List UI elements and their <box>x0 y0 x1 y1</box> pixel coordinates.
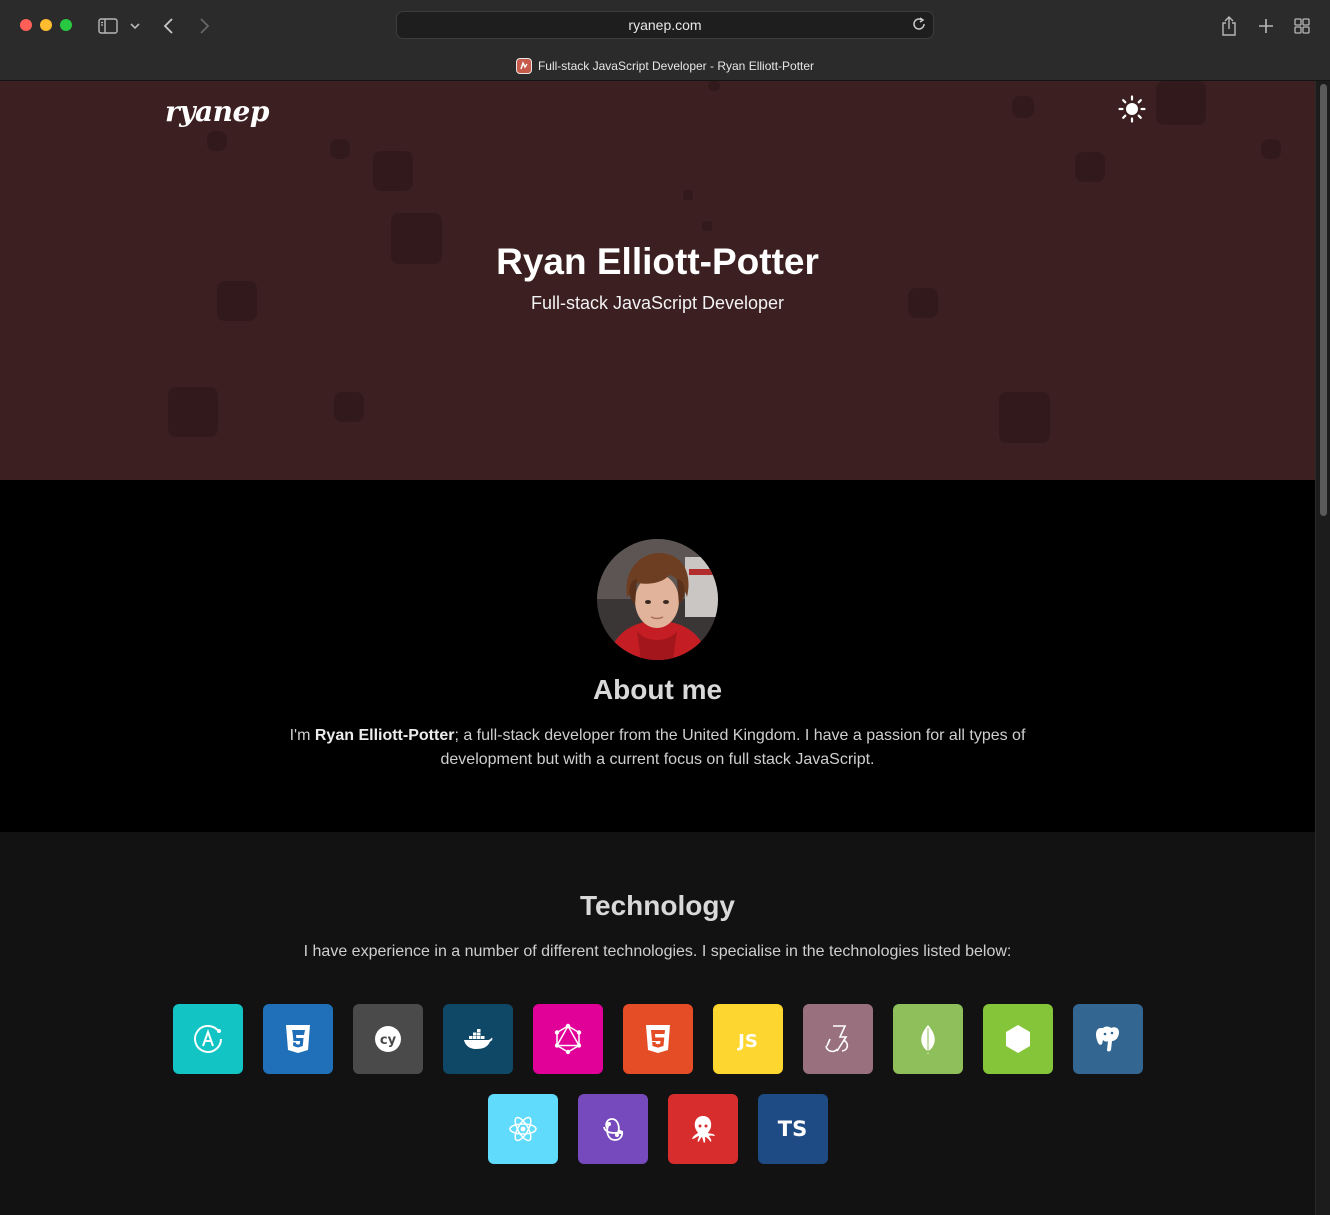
tech-tile-react[interactable] <box>487 1094 558 1164</box>
about-text-prefix: I'm <box>289 727 315 744</box>
favicon-icon <box>515 58 532 74</box>
tech-tile-redux[interactable] <box>577 1094 648 1164</box>
technology-section: Technology I have experience in a number… <box>0 832 1315 1215</box>
tech-tile-graphql[interactable] <box>532 1004 603 1074</box>
redux-icon <box>602 1118 623 1141</box>
tech-tile-html5[interactable] <box>622 1004 693 1074</box>
mongodb-icon <box>920 1025 935 1054</box>
about-paragraph: I'm Ryan Elliott-Potter; a full-stack de… <box>270 724 1045 772</box>
tech-tile-octopus[interactable] <box>667 1094 738 1164</box>
graphql-icon <box>554 1023 581 1055</box>
tech-tile-apollo[interactable] <box>172 1004 243 1074</box>
reload-icon[interactable] <box>911 16 927 37</box>
javascript-icon: JS <box>736 1031 758 1052</box>
nodejs-icon <box>1005 1025 1030 1053</box>
tab-overview-icon[interactable] <box>1292 14 1312 38</box>
about-name: Ryan Elliott-Potter <box>314 727 455 744</box>
cypress-icon: cy <box>374 1026 401 1052</box>
close-window-button[interactable] <box>20 19 32 31</box>
tech-tile-postgresql[interactable] <box>1072 1004 1143 1074</box>
maximize-window-button[interactable] <box>60 19 72 31</box>
react-icon <box>508 1116 537 1142</box>
sun-icon[interactable] <box>1118 95 1146 123</box>
site-logo[interactable]: ryanep <box>165 95 269 128</box>
scrollbar-thumb[interactable] <box>1320 84 1327 516</box>
tech-tile-nodejs[interactable] <box>982 1004 1053 1074</box>
page-subtitle: Full-stack JavaScript Developer <box>530 293 785 313</box>
page-title: Ryan Elliott-Potter <box>496 241 819 282</box>
avatar <box>597 539 718 660</box>
tech-tile-docker[interactable] <box>442 1004 513 1074</box>
docker-icon <box>463 1029 492 1049</box>
address-bar[interactable]: ryanep.com <box>396 11 934 39</box>
postgresql-icon <box>1095 1026 1119 1052</box>
typescript-icon: TS <box>777 1117 808 1141</box>
about-heading: About me <box>592 674 723 705</box>
css3-icon <box>285 1025 310 1053</box>
page-viewport: ryanep Ryan Elliott-Potter Full-stack Ja… <box>0 81 1315 1215</box>
hero-section: ryanep Ryan Elliott-Potter Full-stack Ja… <box>0 81 1315 480</box>
tech-tile-jest[interactable] <box>802 1004 873 1074</box>
minimize-window-button[interactable] <box>40 19 52 31</box>
chevron-down-icon[interactable] <box>128 14 142 38</box>
technology-description: I have experience in a number of differe… <box>303 943 1012 960</box>
tech-tile-css3[interactable] <box>262 1004 333 1074</box>
html5-icon <box>645 1025 670 1053</box>
window-controls <box>20 19 72 31</box>
svg-text:cy: cy <box>379 1033 396 1048</box>
back-button[interactable] <box>160 14 178 38</box>
tech-tile-mongodb[interactable] <box>892 1004 963 1074</box>
forward-button[interactable] <box>195 14 213 38</box>
tech-tile-cypress[interactable]: cy <box>352 1004 423 1074</box>
apollo-icon <box>193 1024 222 1053</box>
tech-tile-typescript[interactable]: TS <box>757 1094 828 1164</box>
url-text: ryanep.com <box>628 17 702 33</box>
new-tab-icon[interactable] <box>1256 14 1276 38</box>
sidebar-toggle-icon[interactable] <box>97 14 119 38</box>
tech-tile-javascript[interactable]: JS <box>712 1004 783 1074</box>
tab-title: Full-stack JavaScript Developer - Ryan E… <box>537 59 815 73</box>
technology-grid: cy JS TS <box>0 1004 1315 1184</box>
tab-active[interactable]: Full-stack JavaScript Developer - Ryan E… <box>0 52 1330 80</box>
about-text-suffix: ; a full-stack developer from the United… <box>440 727 1026 768</box>
jest-icon <box>824 1025 848 1053</box>
technology-heading: Technology <box>579 890 736 921</box>
octopus-icon <box>691 1116 715 1143</box>
about-section: About me I'm Ryan Elliott-Potter; a full… <box>0 480 1315 832</box>
scrollbar[interactable] <box>1315 81 1330 1215</box>
svg-text:JS: JS <box>736 1031 758 1052</box>
browser-chrome: ryanep.com Full-stack JavaScript Develop… <box>0 0 1330 81</box>
share-icon[interactable] <box>1219 14 1239 38</box>
